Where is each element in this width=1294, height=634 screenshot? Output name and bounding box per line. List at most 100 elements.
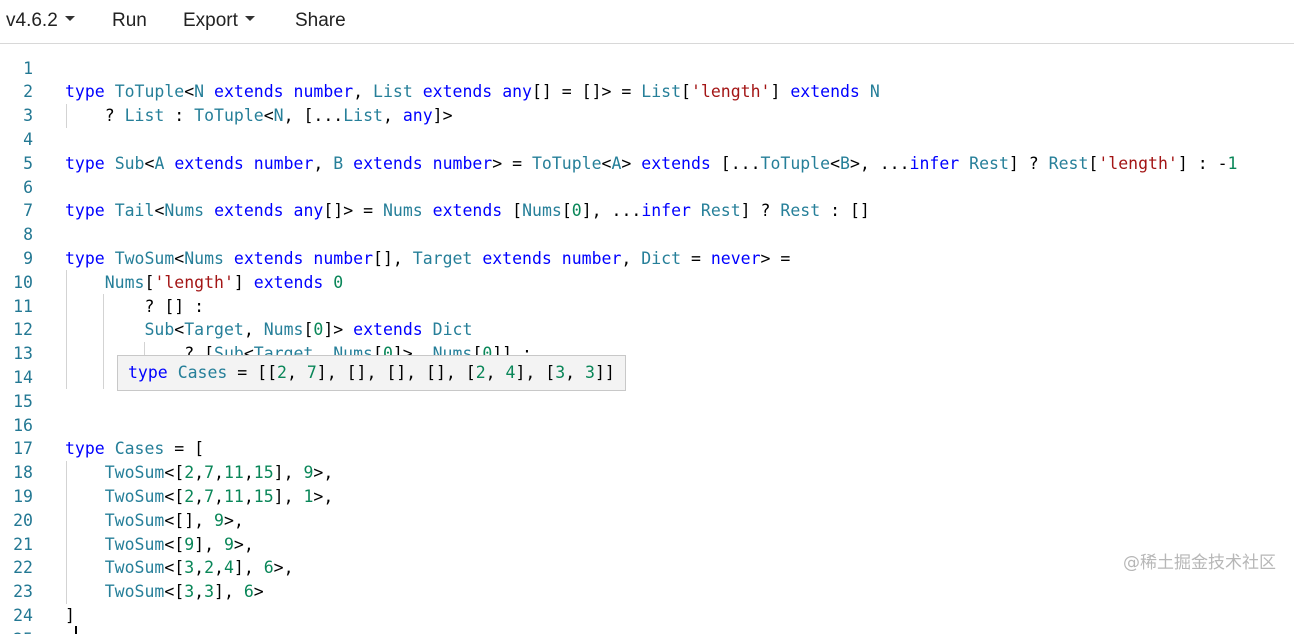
- code-token: [...: [710, 153, 761, 173]
- code-token: A: [611, 153, 622, 173]
- code-token: TwoSum: [114, 248, 175, 268]
- code-line: 12 Sub<Target, Nums[0]> extends Dict: [0, 318, 1294, 342]
- line-number: 19: [13, 486, 33, 506]
- code-line: 1: [0, 57, 1294, 81]
- code-token: ] ?: [740, 201, 781, 221]
- code-token: ],: [273, 463, 304, 483]
- code-token: 0: [571, 201, 582, 221]
- code-token: number: [432, 153, 493, 173]
- code-token: List: [641, 82, 682, 102]
- line-number: 20: [13, 510, 33, 530]
- code-token: extends: [422, 82, 493, 102]
- code-token: List: [373, 82, 413, 102]
- code-token: ,: [243, 486, 254, 506]
- code-line: 19 TwoSum<[2,7,11,15], 1>,: [0, 485, 1294, 509]
- code-token: B: [333, 153, 344, 173]
- share-label: Share: [295, 10, 346, 31]
- code-token: 9: [214, 510, 224, 530]
- code-token: ], [], [], [], [: [316, 363, 476, 382]
- code-token: ]: [65, 605, 75, 625]
- code-line: 2 type ToTuple<N extends number, List ext…: [0, 80, 1294, 104]
- code-token: = [[: [227, 363, 278, 382]
- code-token: 2: [277, 363, 287, 382]
- chevron-down-icon: [244, 16, 255, 22]
- code-editor[interactable]: 1 2 type ToTuple<N extends number, List ex…: [0, 44, 1294, 634]
- code-token: <[: [164, 486, 185, 506]
- version-dropdown[interactable]: v4.6.2: [6, 0, 75, 43]
- code-token: ,: [194, 463, 205, 483]
- code-token: Nums: [104, 272, 145, 292]
- code-token: extends: [482, 248, 552, 268]
- code-token: <[],: [164, 510, 215, 530]
- code-token: ,: [313, 153, 334, 173]
- line-number: 12: [13, 320, 33, 340]
- code-token: extends: [233, 248, 304, 268]
- code-token: ,: [353, 82, 374, 102]
- code-token: ,: [194, 582, 205, 602]
- code-text: TwoSum<[], 9>,: [65, 509, 244, 533]
- code-token: 7: [306, 363, 317, 382]
- line-number: 8: [23, 225, 33, 245]
- code-token: ToTuple: [532, 153, 602, 173]
- code-line: 25: [0, 628, 1294, 634]
- code-token: [: [144, 272, 155, 292]
- code-text: ? [] :: [65, 295, 204, 319]
- run-label: Run: [112, 10, 147, 31]
- code-token: number: [313, 248, 374, 268]
- code-token: extends: [353, 153, 423, 173]
- code-token: Cases: [177, 363, 228, 382]
- line-number: 6: [23, 177, 33, 197]
- code-token: 1: [1227, 153, 1238, 173]
- code-text: TwoSum<[2,7,11,15], 9>,: [65, 461, 334, 485]
- code-token: 3: [184, 582, 195, 602]
- line-number: 16: [13, 415, 33, 435]
- code-token: 0: [313, 320, 324, 340]
- code-token: ,: [194, 558, 205, 578]
- export-label: Export: [183, 10, 238, 31]
- share-button[interactable]: Share: [295, 0, 346, 43]
- code-token: Sub: [144, 320, 175, 340]
- code-token: infer: [909, 153, 960, 173]
- code-token: [],: [373, 248, 413, 268]
- code-token: Rest: [1048, 153, 1089, 173]
- code-token: 3: [555, 363, 566, 382]
- code-token: <[: [164, 463, 185, 483]
- code-line: 11 ? [] :: [0, 295, 1294, 319]
- code-token: extends: [253, 272, 324, 292]
- line-number: 7: [23, 201, 33, 221]
- code-line: 6: [0, 176, 1294, 200]
- code-token: ?: [65, 106, 125, 126]
- code-token: Nums: [382, 201, 423, 221]
- export-dropdown[interactable]: Export: [183, 0, 255, 43]
- code-line: 15: [0, 390, 1294, 414]
- code-line: 8: [0, 223, 1294, 247]
- code-token: extends: [641, 153, 711, 173]
- code-token: ,: [243, 320, 264, 340]
- code-token: ],: [273, 486, 304, 506]
- code-token: number: [253, 153, 314, 173]
- code-line: 10 Nums['length'] extends 0: [0, 271, 1294, 295]
- code-token: >,: [313, 486, 334, 506]
- code-token: 1: [303, 486, 314, 506]
- run-button[interactable]: Run: [112, 0, 147, 43]
- code-text: ? List : ToTuple<N, [...List, any]>: [65, 104, 453, 128]
- code-token: extends: [214, 82, 284, 102]
- code-line: 16: [0, 414, 1294, 438]
- code-token: ,: [214, 558, 224, 578]
- line-number: 2: [23, 82, 33, 102]
- code-token: > =: [760, 248, 791, 268]
- code-token: ,: [382, 106, 403, 126]
- watermark: @稀土掘金技术社区: [1123, 553, 1276, 573]
- code-token: [: [1088, 153, 1099, 173]
